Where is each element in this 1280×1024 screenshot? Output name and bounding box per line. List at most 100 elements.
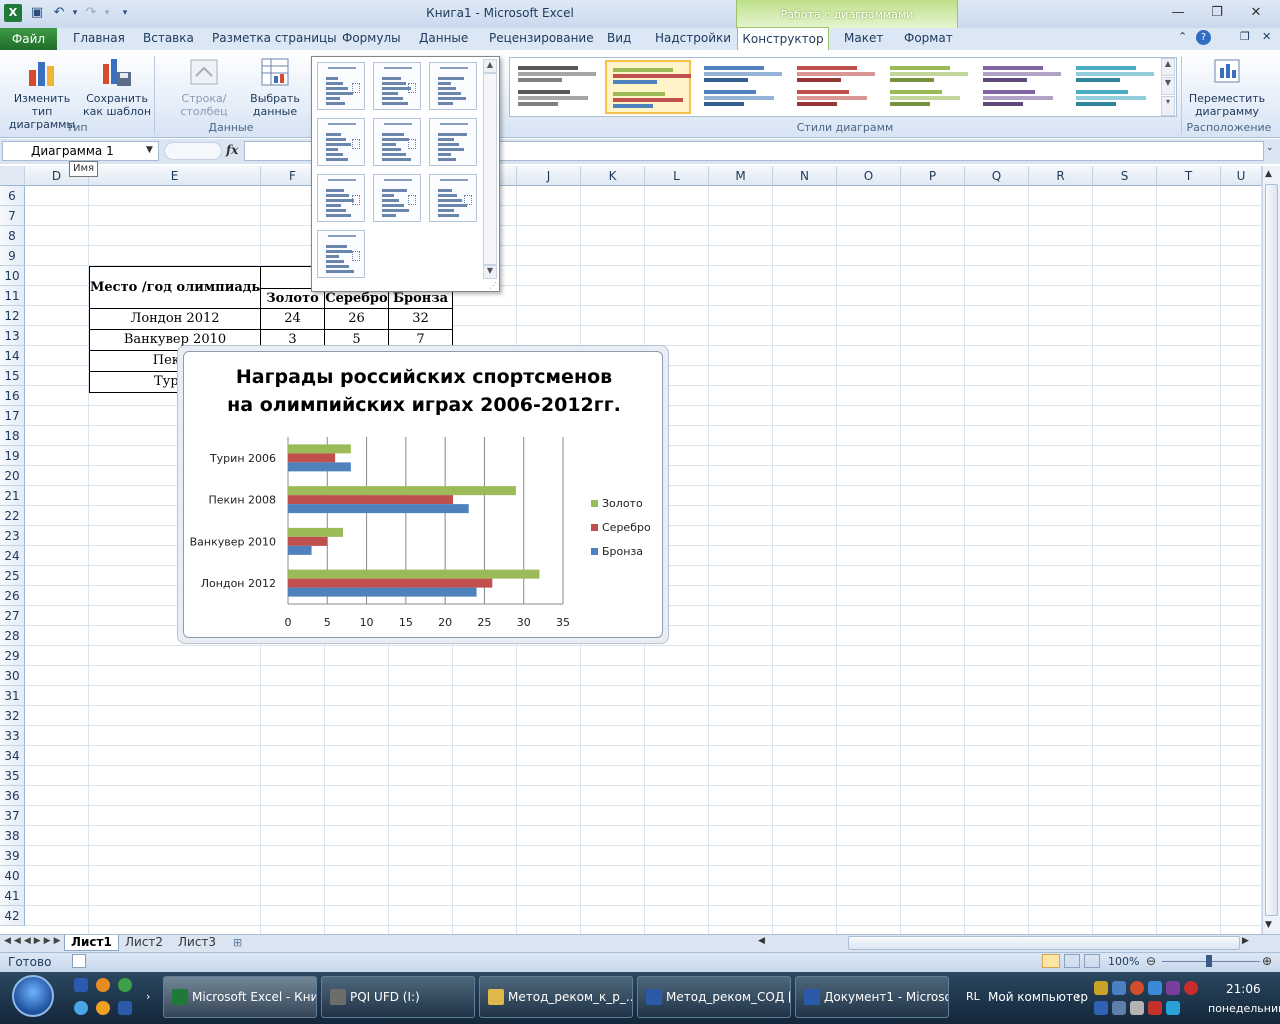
network-icon[interactable]	[1166, 1001, 1180, 1015]
row-header[interactable]: 30	[0, 666, 25, 686]
row-header[interactable]: 12	[0, 306, 25, 326]
row-header[interactable]: 6	[0, 186, 25, 206]
row-header[interactable]: 32	[0, 706, 25, 726]
clock-day[interactable]: понедельник	[1208, 1002, 1280, 1015]
sheet-nav-arrows-icon[interactable]: ◀◀◀▶▶▶	[4, 936, 64, 946]
row-header[interactable]: 36	[0, 786, 25, 806]
chart-style-thumb[interactable]	[605, 60, 691, 114]
chart-style-thumb[interactable]	[698, 60, 784, 114]
tray-icon[interactable]	[1184, 981, 1198, 995]
language-indicator[interactable]: RL	[966, 990, 980, 1003]
row-header[interactable]: 13	[0, 326, 25, 346]
start-button-icon[interactable]	[12, 975, 54, 1017]
tab-layout[interactable]: Макет	[844, 31, 883, 45]
my-computer-toolbar[interactable]: Мой компьютер	[988, 990, 1088, 1004]
normal-view-icon[interactable]	[1042, 954, 1060, 968]
chart-layout-thumb[interactable]	[373, 62, 421, 110]
close-icon[interactable]: ✕	[1244, 4, 1268, 22]
chart-layout-thumb[interactable]	[317, 174, 365, 222]
save-as-template-button[interactable]: Сохранить как шаблон	[82, 56, 152, 118]
change-chart-type-button[interactable]: Изменить тип диаграммы	[4, 56, 80, 131]
tab-design[interactable]: Конструктор	[737, 27, 829, 51]
clock-time[interactable]: 21:06	[1226, 982, 1261, 996]
row-header[interactable]: 11	[0, 286, 25, 306]
zoom-out-icon[interactable]: ⊖	[1146, 954, 1156, 968]
layouts-scroll-up-icon[interactable]: ▲	[483, 59, 497, 73]
chart-layout-thumb[interactable]	[429, 174, 477, 222]
tab-file[interactable]: Файл	[0, 28, 57, 50]
tab-page-layout[interactable]: Разметка страницы	[212, 31, 337, 45]
taskbar-button[interactable]: Метод_реком_к_р_...	[479, 976, 633, 1018]
tab-home[interactable]: Главная	[73, 31, 125, 45]
chart-style-thumb[interactable]	[791, 60, 877, 114]
styles-more-icon[interactable]: ▾	[1161, 96, 1175, 116]
page-layout-view-icon[interactable]	[1064, 954, 1080, 968]
tab-format[interactable]: Формат	[904, 31, 953, 45]
row-header[interactable]: 7	[0, 206, 25, 226]
column-header[interactable]: K	[581, 166, 645, 186]
select-all-corner[interactable]	[0, 166, 25, 186]
row-header[interactable]: 40	[0, 866, 25, 886]
row-header[interactable]: 25	[0, 566, 25, 586]
zoom-level[interactable]: 100%	[1108, 955, 1139, 968]
word-quicklaunch-icon[interactable]	[118, 1001, 132, 1015]
row-header[interactable]: 19	[0, 446, 25, 466]
scroll-down-icon[interactable]: ▼	[1265, 920, 1272, 930]
ie-icon[interactable]	[74, 1001, 88, 1015]
row-header[interactable]: 17	[0, 406, 25, 426]
table-header-place[interactable]: Место /год олимпиады	[89, 266, 261, 309]
zoom-slider-thumb[interactable]	[1206, 955, 1212, 967]
row-header[interactable]: 37	[0, 806, 25, 826]
tray-icon[interactable]	[1112, 981, 1126, 995]
taskbar-button[interactable]: Microsoft Excel - Кни...	[163, 976, 317, 1018]
table-cell-silver[interactable]: 26	[324, 308, 389, 330]
chart-layout-thumb[interactable]	[317, 230, 365, 278]
column-header[interactable]: J	[517, 166, 581, 186]
photoshop-icon[interactable]	[74, 978, 88, 992]
column-header[interactable]: P	[901, 166, 965, 186]
tab-data[interactable]: Данные	[419, 31, 468, 45]
tab-review[interactable]: Рецензирование	[489, 31, 594, 45]
horizontal-scroll-thumb[interactable]	[848, 936, 1240, 950]
chart-plot[interactable]: 0 5 10 15 20 25 30 35 Турин 2006 Пекин 2008 Ванкув…	[184, 352, 664, 639]
avast-icon[interactable]	[96, 978, 110, 992]
tray-icon[interactable]	[1094, 981, 1108, 995]
chart-style-thumb[interactable]	[512, 60, 598, 114]
row-header[interactable]: 41	[0, 886, 25, 906]
mail-icon[interactable]	[96, 1001, 110, 1015]
row-header[interactable]: 42	[0, 906, 25, 926]
tab-addins[interactable]: Надстройки	[655, 31, 731, 45]
styles-scroll-up-icon[interactable]: ▲	[1161, 58, 1175, 76]
tab-view[interactable]: Вид	[607, 31, 631, 45]
formula-bar-expand-icon[interactable]: ⌄	[1266, 143, 1274, 153]
formula-bar-expand-handle[interactable]	[164, 142, 222, 160]
chrome-icon[interactable]	[118, 978, 132, 992]
macro-record-icon[interactable]	[72, 954, 86, 968]
table-cell-place[interactable]: Лондон 2012	[89, 308, 261, 330]
restore-workbook-icon[interactable]: ❐	[1240, 30, 1250, 43]
column-header[interactable]: Q	[965, 166, 1029, 186]
row-header[interactable]: 28	[0, 626, 25, 646]
chart-layout-thumb[interactable]	[373, 118, 421, 166]
row-header[interactable]: 16	[0, 386, 25, 406]
volume-icon[interactable]	[1130, 1001, 1144, 1015]
scroll-right-icon[interactable]: ▶	[1242, 936, 1249, 946]
column-header[interactable]: U	[1221, 166, 1262, 186]
quicklaunch-more-icon[interactable]: ›	[146, 990, 150, 1003]
column-header[interactable]: L	[645, 166, 709, 186]
scroll-left-icon[interactable]: ◀	[758, 936, 765, 946]
zoom-in-icon[interactable]: ⊕	[1262, 954, 1272, 968]
move-chart-button[interactable]: Переместить диаграмму	[1184, 56, 1270, 118]
row-header[interactable]: 22	[0, 506, 25, 526]
row-header[interactable]: 18	[0, 426, 25, 446]
row-header[interactable]: 35	[0, 766, 25, 786]
vertical-scroll-thumb[interactable]	[1265, 184, 1278, 916]
tray-icon[interactable]	[1130, 981, 1144, 995]
column-header[interactable]: S	[1093, 166, 1157, 186]
scroll-up-icon[interactable]: ▲	[1265, 169, 1272, 179]
switch-row-column-button[interactable]: Строка/столбец	[160, 56, 248, 118]
chart[interactable]: Награды российских спортсменов на олимпи…	[183, 351, 663, 638]
row-header[interactable]: 23	[0, 526, 25, 546]
resize-grip-icon[interactable]: ⋰	[489, 281, 497, 290]
sheet-tab-2[interactable]: Лист2	[119, 935, 169, 951]
